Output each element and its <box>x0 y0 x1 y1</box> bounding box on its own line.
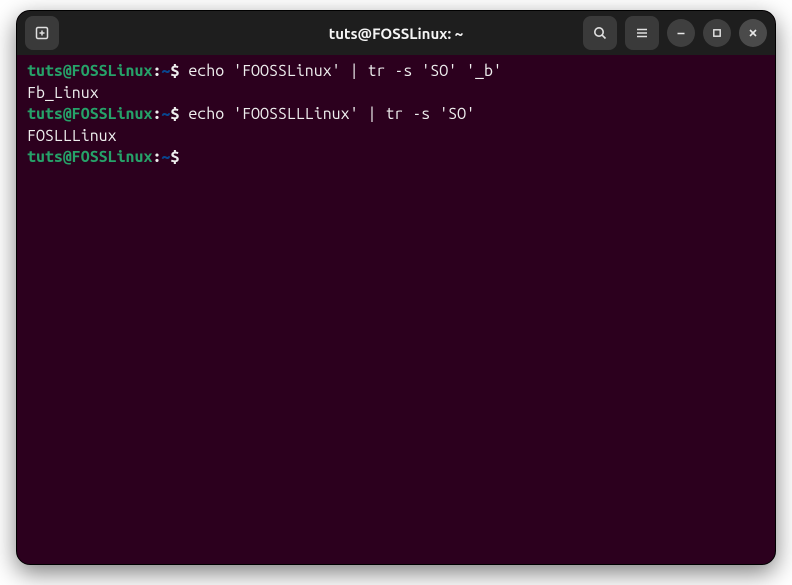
output-2: FOSLLLinux <box>27 126 765 148</box>
terminal-body[interactable]: tuts@FOSSLinux:~$ echo 'FOOSSLinux' | tr… <box>17 55 775 564</box>
titlebar-right <box>583 16 767 50</box>
prompt-user: tuts@FOSSLinux <box>27 105 152 123</box>
command-3 <box>179 148 188 166</box>
window-title: tuts@FOSSLinux: ~ <box>329 25 463 42</box>
minimize-button[interactable] <box>667 19 695 47</box>
close-button[interactable] <box>739 19 767 47</box>
titlebar: tuts@FOSSLinux: ~ <box>17 11 775 55</box>
titlebar-left <box>25 16 59 50</box>
output-1: Fb_Linux <box>27 83 765 105</box>
terminal-window: tuts@FOSSLinux: ~ <box>16 10 776 565</box>
prompt-user: tuts@FOSSLinux <box>27 148 152 166</box>
prompt-line-2: tuts@FOSSLinux:~$ echo 'FOOSSLLLinux' | … <box>27 104 765 126</box>
prompt-user: tuts@FOSSLinux <box>27 62 152 80</box>
search-button[interactable] <box>583 16 617 50</box>
maximize-button[interactable] <box>703 19 731 47</box>
command-2: echo 'FOOSSLLLinux' | tr -s 'SO' <box>179 105 475 123</box>
new-tab-button[interactable] <box>25 16 59 50</box>
command-1: echo 'FOOSSLinux' | tr -s 'SO' '_b' <box>179 62 502 80</box>
menu-button[interactable] <box>625 16 659 50</box>
prompt-symbol: $ <box>170 148 179 166</box>
prompt-line-1: tuts@FOSSLinux:~$ echo 'FOOSSLinux' | tr… <box>27 61 765 83</box>
prompt-symbol: $ <box>170 105 179 123</box>
prompt-symbol: $ <box>170 62 179 80</box>
prompt-line-3: tuts@FOSSLinux:~$ <box>27 147 765 169</box>
